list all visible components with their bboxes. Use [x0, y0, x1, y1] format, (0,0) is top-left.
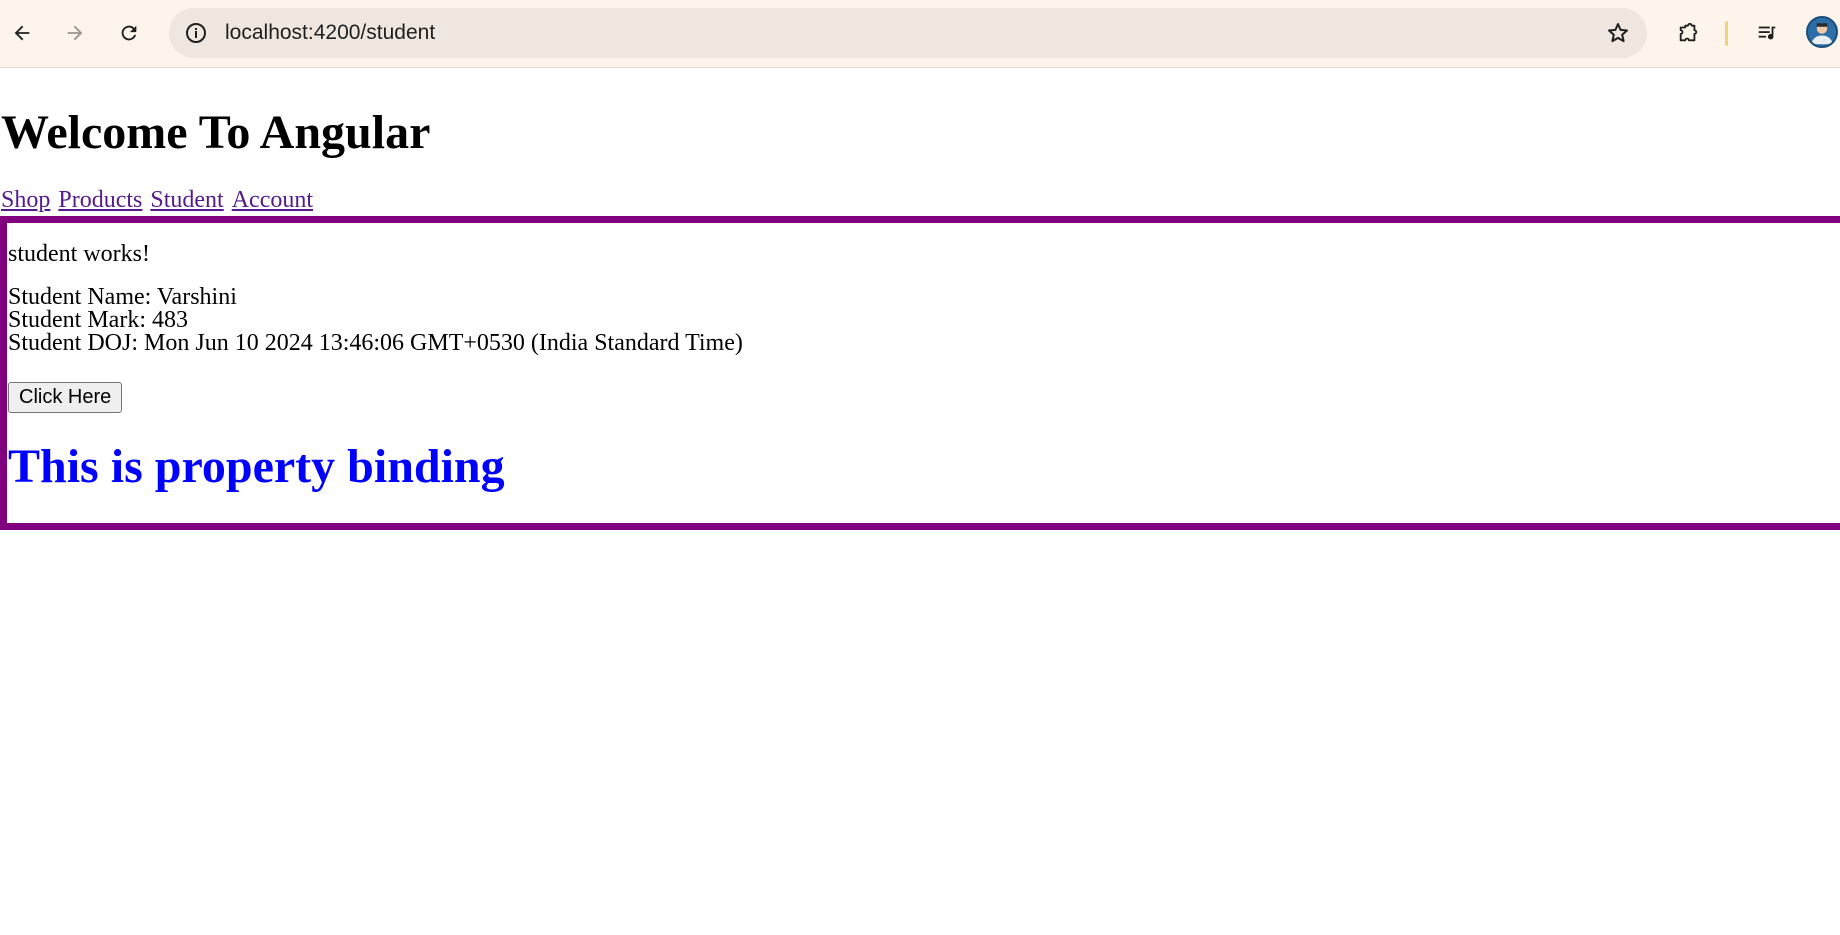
- click-here-button[interactable]: Click Here: [8, 382, 123, 413]
- page-title: Welcome To Angular: [1, 106, 431, 159]
- site-info-button[interactable]: [183, 20, 209, 46]
- profile-avatar-icon[interactable]: [1806, 16, 1838, 48]
- back-icon: [14, 25, 30, 41]
- toolbar-separator: [1725, 21, 1728, 46]
- browser-toolbar: localhost:4200/student: [0, 0, 1840, 68]
- extensions-button[interactable]: [1670, 15, 1706, 51]
- property-binding-heading: This is property binding: [8, 440, 505, 493]
- nav-link-shop[interactable]: Shop: [1, 187, 50, 213]
- reload-button[interactable]: [111, 15, 147, 51]
- forward-icon: [67, 25, 83, 41]
- extensions-icon: [1679, 22, 1698, 42]
- reload-icon: [121, 25, 137, 41]
- site-info-icon: [186, 23, 206, 43]
- reading-list-icon: [1758, 26, 1776, 40]
- student-doj: Student DOJ: Mon Jun 10 2024 13:46:06 GM…: [8, 330, 743, 356]
- url-text[interactable]: localhost:4200/student: [225, 8, 435, 58]
- nav-links: Shop Products Student Account: [1, 185, 321, 215]
- address-bar[interactable]: localhost:4200/student: [169, 8, 1647, 58]
- nav-link-account[interactable]: Account: [232, 187, 313, 213]
- student-component: student works! Student Name: Varshini St…: [0, 216, 1840, 530]
- nav-link-student[interactable]: Student: [150, 187, 223, 213]
- bookmark-button[interactable]: [1605, 20, 1631, 46]
- back-button[interactable]: [4, 15, 40, 51]
- forward-button[interactable]: [57, 15, 93, 51]
- component-status-text: student works!: [8, 241, 150, 267]
- nav-link-products[interactable]: Products: [58, 187, 142, 213]
- bookmark-star-icon: [1608, 23, 1628, 43]
- reading-list-button[interactable]: [1749, 15, 1785, 51]
